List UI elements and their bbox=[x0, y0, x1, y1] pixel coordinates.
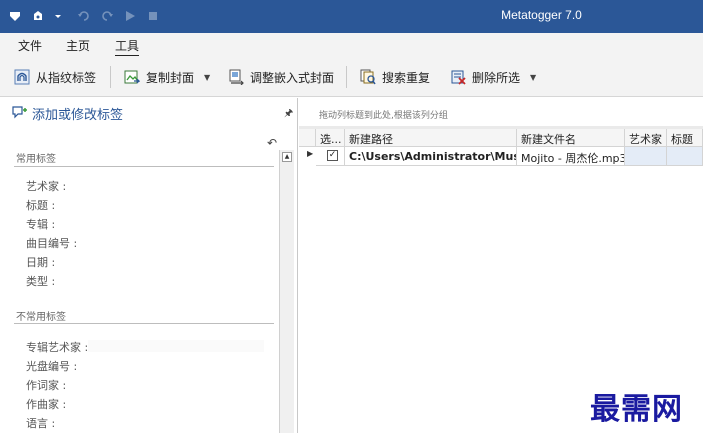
title-bar: Metatogger 7.0 bbox=[0, 0, 703, 33]
table-row-filename[interactable]: Mojito - 周杰伦.mp3 bbox=[517, 147, 625, 166]
table-row-path[interactable]: C:\Users\Administrator\Music\ bbox=[345, 147, 517, 166]
field-album-artist-label: 专辑艺术家 : bbox=[26, 341, 89, 354]
section-uncommon-tags: 不常用标签 bbox=[16, 312, 66, 323]
add-tag-icon bbox=[12, 105, 28, 123]
undo-icon[interactable]: ↶ bbox=[267, 136, 277, 150]
copy-cover-icon bbox=[124, 69, 140, 85]
adjust-embedded-cover-button[interactable]: 调整嵌入式封面 bbox=[228, 67, 334, 87]
tab-home[interactable]: 主页 bbox=[66, 37, 90, 54]
copy-cover-button[interactable]: 复制封面 ▼ bbox=[124, 67, 210, 87]
delete-selected-label: 删除所选 bbox=[472, 70, 521, 85]
field-lyricist-label: 作词家 : bbox=[26, 379, 67, 392]
search-duplicates-button[interactable]: 搜索重复 bbox=[360, 67, 430, 87]
column-header-artist[interactable]: 艺术家 bbox=[625, 129, 667, 147]
current-row-icon: ▶ bbox=[307, 149, 314, 158]
divider bbox=[14, 323, 274, 324]
scroll-up-icon[interactable]: ▲ bbox=[282, 152, 292, 162]
file-grid: 拖动列标题到此处,根据该列分组 选... 新建路径 新建文件名 艺术家 标题 ▶… bbox=[299, 98, 703, 433]
ribbon-separator bbox=[110, 66, 111, 88]
group-by-hint: 拖动列标题到此处,根据该列分组 bbox=[319, 111, 448, 121]
fingerprint-icon bbox=[14, 69, 30, 85]
chevron-down-icon[interactable]: ▼ bbox=[204, 73, 210, 82]
ribbon-separator bbox=[346, 66, 347, 88]
album-artist-input[interactable] bbox=[88, 340, 264, 352]
panel-title: 添加或修改标签 bbox=[32, 108, 124, 123]
from-fingerprint-button[interactable]: 从指纹标签 bbox=[14, 67, 96, 87]
field-title-label: 标题 : bbox=[26, 199, 56, 212]
adjust-cover-label: 调整嵌入式封面 bbox=[250, 70, 335, 85]
row-checkbox[interactable]: ✓ bbox=[327, 150, 338, 161]
field-language-label: 语言 : bbox=[26, 417, 56, 430]
from-fingerprint-label: 从指纹标签 bbox=[36, 70, 97, 85]
menu-bar: 文件 主页 工具 bbox=[0, 33, 703, 57]
chevron-down-icon[interactable]: ▼ bbox=[530, 73, 536, 82]
tag-edit-panel: 添加或修改标签 🖈 ↶ 常用标签 艺术家 : 标题 : 专辑 : 曲目编号 : … bbox=[0, 98, 298, 433]
copy-cover-label: 复制封面 bbox=[146, 70, 195, 85]
field-album-label: 专辑 : bbox=[26, 218, 56, 231]
column-header-select[interactable]: 选... bbox=[316, 129, 345, 147]
panel-header: 添加或修改标签 bbox=[12, 104, 123, 123]
tab-tools[interactable]: 工具 bbox=[115, 37, 140, 56]
adjust-cover-icon bbox=[228, 69, 244, 85]
divider bbox=[14, 166, 274, 167]
scrollbar[interactable]: ▲ bbox=[279, 150, 294, 433]
tab-file[interactable]: 文件 bbox=[18, 37, 42, 54]
field-artist-label: 艺术家 : bbox=[26, 180, 67, 193]
pin-icon[interactable]: 🖈 bbox=[284, 106, 293, 123]
search-duplicates-label: 搜索重复 bbox=[382, 70, 431, 85]
column-header-new-filename[interactable]: 新建文件名 bbox=[517, 129, 625, 147]
table-row-artist[interactable] bbox=[625, 147, 667, 166]
search-duplicates-icon bbox=[360, 69, 376, 85]
field-genre-label: 类型 : bbox=[26, 275, 56, 288]
delete-icon bbox=[450, 69, 466, 85]
app-title: Metatogger 7.0 bbox=[501, 8, 582, 22]
column-header-title[interactable]: 标题 bbox=[667, 129, 703, 147]
section-common-tags: 常用标签 bbox=[16, 154, 56, 165]
field-track-label: 曲目编号 : bbox=[26, 237, 78, 250]
delete-selected-button[interactable]: 删除所选 ▼ bbox=[450, 67, 536, 87]
column-header-new-path[interactable]: 新建路径 bbox=[345, 129, 517, 147]
row-indicator-header bbox=[299, 129, 316, 147]
field-date-label: 日期 : bbox=[26, 256, 56, 269]
field-composer-label: 作曲家 : bbox=[26, 398, 67, 411]
table-row-title[interactable] bbox=[667, 147, 703, 166]
watermark-logo: 最需网 bbox=[590, 392, 683, 427]
field-disc-label: 光盘编号 : bbox=[26, 360, 78, 373]
ribbon-toolbar: 从指纹标签 复制封面 ▼ 调整嵌入式封面 搜索重复 删除所选 ▼ bbox=[0, 57, 703, 97]
